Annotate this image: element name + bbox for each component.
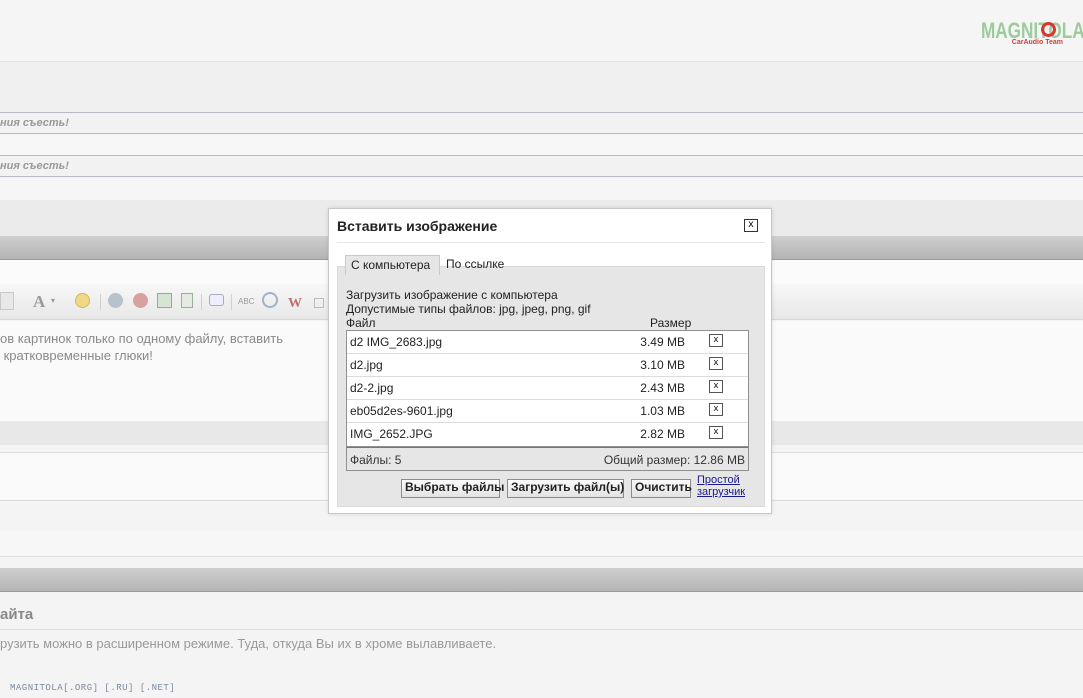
video-icon[interactable] [181,293,193,308]
file-row: d2 IMG_2683.jpg 3.49 MB x [347,331,748,354]
footer-text: MAGNITOLA[.ORG] [.RU] [.NET] [10,683,176,693]
divider [0,556,1083,557]
bg-area [0,178,1083,200]
file-size: 2.43 MB [640,381,685,395]
clear-button[interactable]: Очистить [631,479,692,498]
tab-by-link[interactable]: По ссылке [441,255,513,275]
dialog-title: Вставить изображение [337,218,498,234]
column-header-size: Размер [650,316,692,330]
file-size: 3.49 MB [640,335,685,349]
file-size: 1.03 MB [640,404,685,418]
quote-field-1[interactable]: ния съесть! [0,112,1083,134]
remove-file-button[interactable]: x [709,334,723,347]
upload-instruction: Загрузить изображение с компьютера [346,288,558,302]
font-color-icon[interactable]: A [33,292,45,312]
more-icon[interactable] [314,298,324,308]
file-row: eb05d2es-9601.jpg 1.03 MB x [347,400,748,423]
file-list: d2 IMG_2683.jpg 3.49 MB x d2.jpg 3.10 MB… [346,330,749,447]
wikipedia-icon[interactable]: W [288,296,302,312]
quote-field-1-text: ния съесть! [0,117,69,129]
section-header-bar [0,568,1083,592]
simple-uploader-link-line1: Простой [697,474,740,486]
bg-area [0,135,1083,155]
total-size: Общий размер: 12.86 MB [603,453,745,467]
search-icon[interactable] [262,292,278,308]
tab-from-computer[interactable]: С компьютера [345,255,440,275]
file-name: d2-2.jpg [350,381,394,395]
simple-uploader-link[interactable]: Простой загрузчик [697,474,745,498]
bg-area [0,62,1083,112]
image-icon[interactable] [157,293,172,308]
column-header-file: Файл [346,316,376,330]
quote-field-2[interactable]: ния съесть! [0,155,1083,177]
toolbar-separator [100,294,101,310]
select-files-button[interactable]: Выбрать файлы [401,479,504,498]
insert-image-dialog: Вставить изображение x Загрузить изображ… [328,208,772,514]
toolbar-separator [231,294,232,310]
unlink-icon[interactable] [133,293,148,308]
file-size: 3.10 MB [640,358,685,372]
spellcheck-icon[interactable]: ABC [238,297,254,306]
editor-text: ов картинок только по одному файлу, вста… [0,331,284,363]
file-name: eb05d2es-9601.jpg [350,404,453,418]
bg-area [0,530,1083,556]
section-title: айта [0,606,34,623]
divider [0,629,1083,630]
file-name: d2.jpg [350,358,383,372]
remove-file-button[interactable]: x [709,426,723,439]
logo-subtitle: CarAudio Team [1011,39,1063,46]
file-size: 2.82 MB [640,427,685,441]
site-logo[interactable]: MAGNITOLA CarAudio Team [981,18,1083,48]
upload-panel: Загрузить изображение с компьютера Допус… [337,266,765,507]
toolbar-separator [201,294,202,310]
quote-field-2-text: ния съесть! [0,160,69,172]
allowed-types: Допустимые типы файлов: jpg, jpeg, png, … [346,302,591,316]
close-icon[interactable]: x [744,219,758,232]
files-summary: Файлы: 5 Общий размер: 12.86 MB [346,447,749,471]
chevron-down-icon[interactable]: ▾ [51,296,55,305]
section-note: рузить можно в расширенном режиме. Туда,… [0,636,497,651]
dialog-divider [337,242,765,243]
file-name: d2 IMG_2683.jpg [350,335,443,349]
remove-file-button[interactable]: x [709,403,723,416]
remove-file-button[interactable]: x [709,357,723,370]
font-select[interactable] [0,292,14,310]
site-header: MAGNITOLA CarAudio Team [0,0,1083,62]
file-row: d2.jpg 3.10 MB x [347,354,748,377]
link-icon[interactable] [108,293,123,308]
remove-file-button[interactable]: x [709,380,723,393]
logo-ring-icon [1041,22,1056,37]
file-row: IMG_2652.JPG 2.82 MB x [347,423,748,446]
upload-files-button[interactable]: Загрузить файл(ы) [507,479,624,498]
smiley-icon[interactable] [75,293,90,308]
quote-icon[interactable] [209,294,224,306]
file-row: d2-2.jpg 2.43 MB x [347,377,748,400]
file-name: IMG_2652.JPG [350,427,433,441]
files-count: Файлы: 5 [350,453,402,467]
simple-uploader-link-line2: загрузчик [697,486,746,498]
